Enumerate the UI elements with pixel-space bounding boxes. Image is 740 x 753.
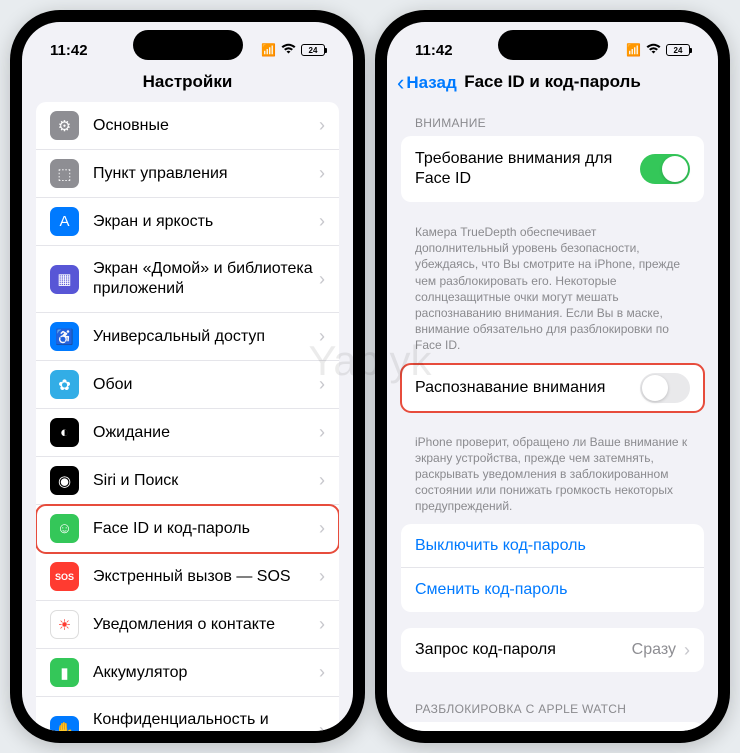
sos-icon: SOS [50, 562, 79, 591]
back-label: Назад [406, 73, 456, 93]
chevron-icon: › [319, 470, 325, 491]
row-faceid[interactable]: ☺Face ID и код-пароль› [36, 505, 339, 553]
battery-icon: 24 [666, 44, 690, 56]
row-accessibility[interactable]: ♿Универсальный доступ› [36, 313, 339, 361]
toggle-require-attention[interactable] [640, 154, 690, 184]
footer-attention: Камера TrueDepth обеспечивает дополнител… [401, 218, 704, 364]
row-turn-off-passcode[interactable]: Выключить код-пароль [401, 524, 704, 568]
chevron-icon: › [684, 640, 690, 661]
standby-icon: ◐ [50, 418, 79, 447]
chevron-icon: › [319, 326, 325, 347]
chevron-icon: › [319, 720, 325, 732]
signal-icon: 📶 [261, 43, 276, 57]
chevron-icon: › [319, 422, 325, 443]
dynamic-island [133, 30, 243, 60]
chevron-icon: › [319, 211, 325, 232]
flower-icon: ✿ [50, 370, 79, 399]
right-phone: 11:42 📶 24 ‹ Назад Face ID и код-пароль … [375, 10, 730, 743]
row-sos[interactable]: SOSЭкстренный вызов — SOS› [36, 553, 339, 601]
row-require-passcode-value: Сразу [632, 641, 676, 659]
toggle-attention-aware[interactable] [640, 373, 690, 403]
battery-icon: ▮ [50, 658, 79, 687]
row-display[interactable]: AЭкран и яркость› [36, 198, 339, 246]
chevron-icon: › [319, 662, 325, 683]
chevron-icon: › [319, 566, 325, 587]
status-time: 11:42 [415, 42, 453, 59]
wifi-icon [646, 43, 661, 57]
faceid-icon: ☺ [50, 514, 79, 543]
dynamic-island [498, 30, 608, 60]
row-apple-watch-yablyk[interactable]: Яблык [401, 722, 704, 731]
apps-icon: ▦ [50, 265, 79, 294]
chevron-icon: › [319, 115, 325, 136]
footer-detect: iPhone проверит, обращено ли Ваше вниман… [401, 428, 704, 525]
row-standby[interactable]: ◐Ожидание› [36, 409, 339, 457]
row-wallpaper[interactable]: ✿Обои› [36, 361, 339, 409]
chevron-icon: › [319, 614, 325, 635]
wifi-icon [281, 43, 296, 57]
chevron-left-icon: ‹ [397, 70, 404, 96]
left-phone: 11:42 📶 24 Настройки ⚙Основные› ⬚Пункт у… [10, 10, 365, 743]
row-siri[interactable]: ◉Siri и Поиск› [36, 457, 339, 505]
chevron-icon: › [319, 374, 325, 395]
section-header-attention: ВНИМАНИЕ [401, 102, 704, 136]
page-title: Face ID и код-пароль [464, 72, 641, 91]
back-button[interactable]: ‹ Назад [397, 70, 457, 96]
row-change-passcode[interactable]: Сменить код-пароль [401, 568, 704, 612]
row-exposure[interactable]: ☀Уведомления о контакте› [36, 601, 339, 649]
row-home[interactable]: ▦Экран «Домой» и библиотека приложений› [36, 246, 339, 313]
battery-icon: 24 [301, 44, 325, 56]
row-battery[interactable]: ▮Аккумулятор› [36, 649, 339, 697]
sun-icon: ☀ [50, 610, 79, 639]
chevron-icon: › [319, 269, 325, 290]
signal-icon: 📶 [626, 43, 641, 57]
a11y-icon: ♿ [50, 322, 79, 351]
row-attention-aware[interactable]: Распознавание внимания [401, 364, 704, 412]
row-general[interactable]: ⚙Основные› [36, 102, 339, 150]
row-control-center[interactable]: ⬚Пункт управления› [36, 150, 339, 198]
siri-icon: ◉ [50, 466, 79, 495]
gear-icon: ⚙ [50, 111, 79, 140]
row-privacy[interactable]: ✋Конфиденциальность и безопасность› [36, 697, 339, 731]
status-time: 11:42 [50, 42, 88, 59]
hand-icon: ✋ [50, 716, 79, 732]
display-icon: A [50, 207, 79, 236]
chevron-icon: › [319, 518, 325, 539]
chevron-icon: › [319, 163, 325, 184]
switches-icon: ⬚ [50, 159, 79, 188]
page-title: Настройки [22, 66, 353, 102]
settings-group-main: ⚙Основные› ⬚Пункт управления› AЭкран и я… [36, 102, 339, 731]
row-require-passcode[interactable]: Запрос код-пароля Сразу › [401, 628, 704, 672]
row-require-attention[interactable]: Требование внимания для Face ID [401, 136, 704, 202]
section-header-watch: РАЗБЛОКИРОВКА С APPLE WATCH [401, 688, 704, 722]
